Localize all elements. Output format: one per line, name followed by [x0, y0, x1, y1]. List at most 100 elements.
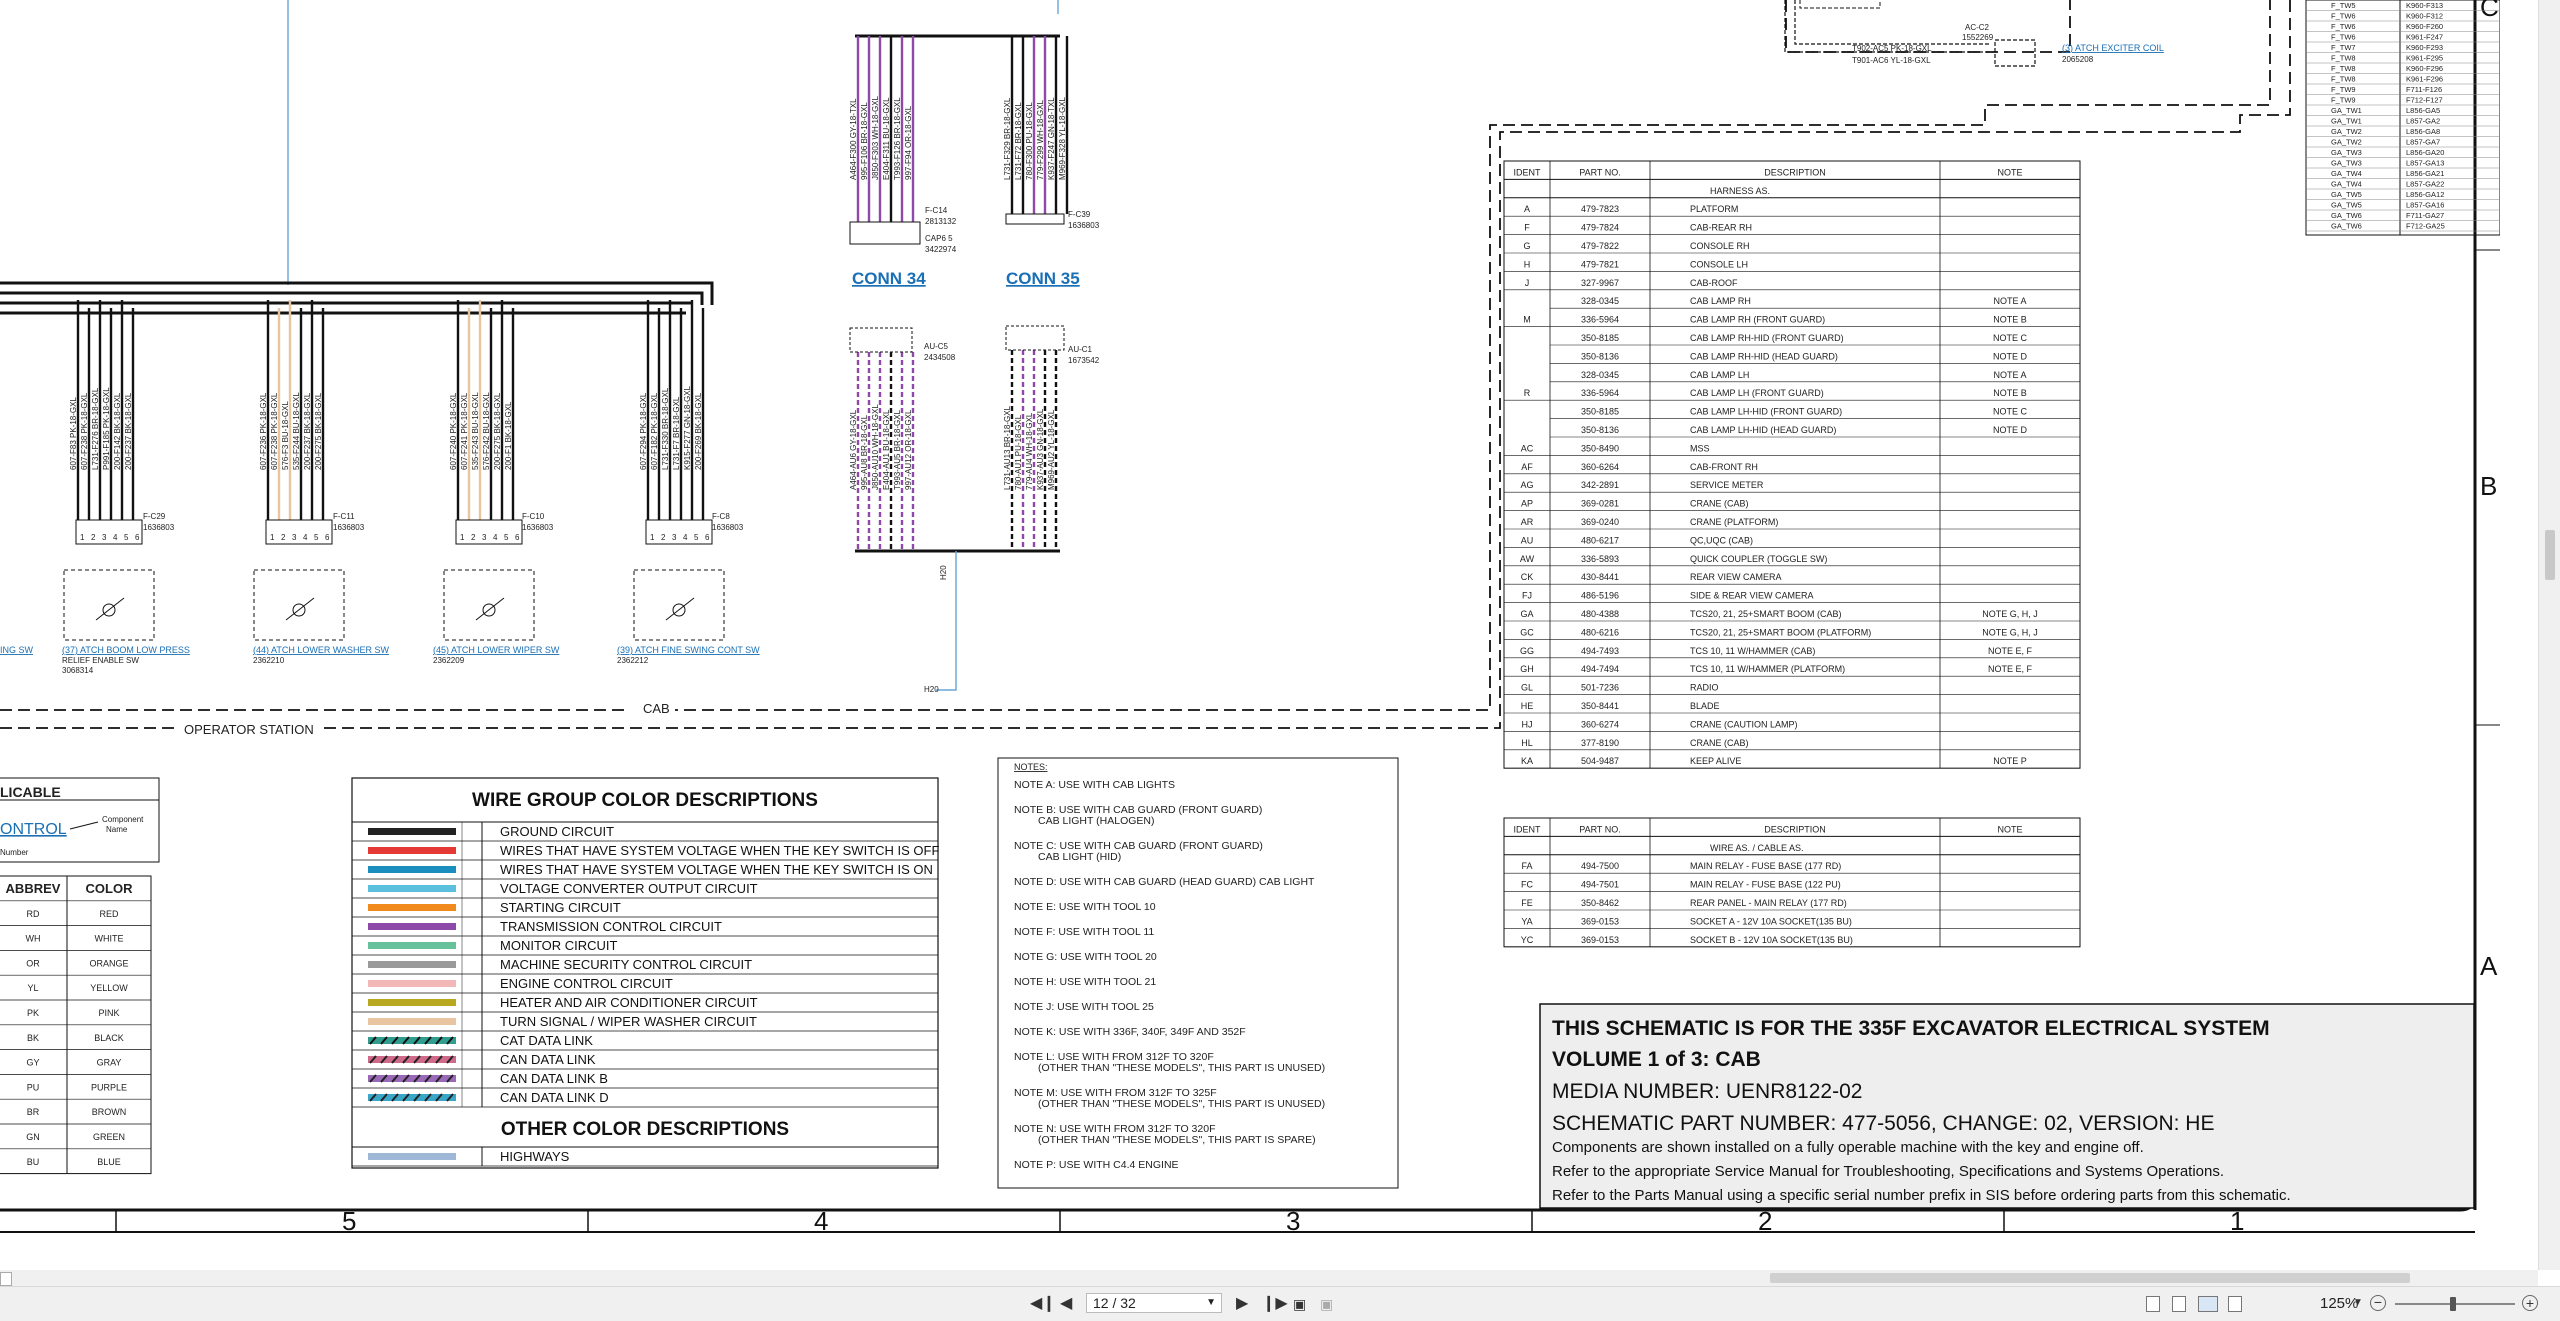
two-page-view-icon[interactable]	[2198, 1296, 2218, 1312]
atch-lower-wiper-link[interactable]: (45) ATCH LOWER WIPER SW	[433, 645, 560, 655]
pin-number: 2	[471, 533, 476, 542]
abbrev-cell: YL	[27, 983, 38, 993]
cell-desc: PLATFORM	[1690, 204, 1738, 214]
first-page-button[interactable]: ◀❙	[1030, 1296, 1056, 1312]
wire-label: 607-F241 PK-18-GXL	[460, 392, 469, 470]
color-swatch	[368, 923, 456, 930]
wire-label: 780-F300 PU-18-GXL	[1025, 102, 1034, 180]
wire-label: L731-F72 BR-18-GXL	[1014, 102, 1023, 180]
page-number-field[interactable]: 12 / 32 ▼	[1086, 1293, 1222, 1313]
wire-label: 995-F106 BR-18-GXL	[860, 102, 869, 180]
other-color-label: HIGHWAYS	[500, 1149, 570, 1164]
vertical-scrollbar[interactable]	[2538, 0, 2560, 1270]
cell-part: 479-7822	[1581, 241, 1619, 251]
fit-page-icon[interactable]: ▣	[1293, 1296, 1306, 1312]
cell-note: NOTE B	[1993, 315, 2027, 325]
cell-desc: CAB-REAR RH	[1690, 223, 1752, 233]
conn35-link[interactable]: CONN 35	[1006, 269, 1080, 288]
cell-part: 377-8190	[1581, 738, 1619, 748]
fc10-label: F-C10	[522, 512, 545, 521]
page-dropdown-icon[interactable]: ▼	[1206, 1294, 1216, 1312]
cell-ident: F	[1524, 223, 1530, 233]
wire-label: 607-F240 PK-18-GXL	[449, 392, 458, 470]
twist-wires: K960-F312	[2406, 12, 2443, 21]
cell-part: 350-8185	[1581, 407, 1619, 417]
conn34-link[interactable]: CONN 34	[852, 269, 926, 288]
zoom-out-button[interactable]: −	[2370, 1295, 2386, 1311]
schematic-drawing: C B A 5 4 3 2 1 CAB OPERATOR STATION 607…	[0, 0, 2501, 1236]
wire-label: 607-F182 PK-18-GXL	[650, 392, 659, 470]
note-line: (OTHER THAN "THESE MODELS", THIS PART IS…	[1038, 1062, 1325, 1074]
atch-fine-swing-link[interactable]: (39) ATCH FINE SWING CONT SW	[617, 645, 760, 655]
twist-wires: K960-F260	[2406, 22, 2443, 31]
abbrev-cell: BK	[27, 1033, 39, 1043]
twist-id: F_TW8	[2331, 54, 2356, 63]
vertical-scroll-thumb[interactable]	[2545, 530, 2555, 580]
cell-note: NOTE G, H, J	[1982, 627, 2038, 637]
color-swatch	[368, 866, 456, 873]
connector-plug	[75, 519, 143, 545]
control-link[interactable]: ONTROL	[0, 821, 67, 838]
wire-label: M969-F328 YL-18-GXL	[1058, 96, 1067, 180]
fc8-label: F-C8	[712, 512, 730, 521]
twist-wires: L857-GA22	[2406, 180, 2444, 189]
cell-desc: MAIN RELAY - FUSE BASE (122 PU)	[1690, 880, 1841, 890]
wire-group-title: WIRE GROUP COLOR DESCRIPTIONS	[472, 790, 818, 811]
cell-part: 494-7501	[1581, 880, 1619, 890]
component-label: Component	[102, 815, 144, 824]
zoom-dropdown-icon[interactable]: ▼	[2353, 1297, 2363, 1308]
atch-lower-washer-link[interactable]: (44) ATCH LOWER WASHER SW	[253, 645, 390, 655]
continuous-view-icon[interactable]	[2172, 1296, 2186, 1312]
applicable-title: LICABLE	[0, 784, 61, 800]
cell-desc: BLADE	[1690, 701, 1720, 711]
cell-desc: CRANE (CAB)	[1690, 738, 1749, 748]
notes-box: NOTES:NOTE A: USE WITH CAB LIGHTSNOTE B:…	[997, 757, 1399, 1189]
single-page-view-icon[interactable]	[2146, 1296, 2160, 1312]
cell-note: NOTE G, H, J	[1982, 609, 2038, 619]
color-abbrev-table: ABBREV COLOR RD RED WH WHITE OR ORANGE YL YELLOW P…	[0, 875, 152, 1175]
title-line7: Refer to the Parts Manual using a specif…	[1552, 1187, 2291, 1204]
cell-desc: CAB LAMP LH-HID (HEAD GUARD)	[1690, 425, 1836, 435]
sw0-label[interactable]: ING SW	[0, 645, 34, 655]
exciter-coil-link[interactable]: (3) ATCH EXCITER COIL	[2062, 43, 2164, 53]
cell-note: NOTE C	[1993, 333, 2028, 343]
horizontal-scrollbar[interactable]	[0, 1270, 2538, 1286]
wire-label: A464-AU6 GY-18-GXL	[849, 409, 858, 490]
cell-note: NOTE A	[1993, 370, 2026, 380]
fc39-pn: 1636803	[1068, 221, 1100, 230]
twist-id: GA_TW3	[2331, 159, 2362, 168]
scroll-left-button[interactable]	[0, 1272, 12, 1286]
wire-label: 200-F275 BK-18-GXL	[493, 392, 502, 470]
next-page-button[interactable]: ▶	[1236, 1296, 1248, 1312]
cell-part: 350-8441	[1581, 701, 1619, 711]
title-line1: THIS SCHEMATIC IS FOR THE 335F EXCAVATOR…	[1552, 1017, 2270, 1040]
zoom-in-button[interactable]: +	[2522, 1295, 2538, 1311]
other-colors-title: OTHER COLOR DESCRIPTIONS	[501, 1119, 789, 1140]
fc11-label: F-C11	[333, 512, 355, 521]
horizontal-scroll-thumb[interactable]	[1770, 1273, 2410, 1283]
wire-bus	[0, 281, 714, 315]
abbrev-cell: PK	[27, 1008, 39, 1018]
zoom-slider-handle[interactable]	[2450, 1297, 2456, 1311]
last-page-button[interactable]: ❙▶	[1262, 1296, 1288, 1312]
color-swatch	[368, 942, 456, 949]
previous-page-button[interactable]: ◀	[1060, 1296, 1072, 1312]
cell-desc: SERVICE METER	[1690, 480, 1764, 490]
twist-id: GA_TW3	[2331, 148, 2362, 157]
cell-ident: AU	[1521, 535, 1534, 545]
cell-ident: A	[1524, 204, 1530, 214]
color-swatch	[368, 828, 456, 835]
pin-number: 1	[460, 533, 465, 542]
book-view-icon[interactable]	[2228, 1296, 2242, 1312]
cell-ident: GL	[1521, 683, 1533, 693]
wire-drops: 607-F83 PK-18-GXL 607-F238 PK-18-GXL L731-…	[69, 300, 705, 520]
cell-part: 504-9487	[1581, 756, 1619, 766]
atch-boom-low-press-link[interactable]: (37) ATCH BOOM LOW PRESS	[62, 645, 190, 655]
pin-number: 6	[135, 533, 140, 542]
fit-width-icon[interactable]: ▣	[1320, 1296, 1333, 1312]
wire-group-label: GROUND CIRCUIT	[500, 824, 614, 839]
cell-ident: GH	[1520, 664, 1534, 674]
table-header: DESCRIPTION	[1764, 824, 1826, 834]
twist-wires: F711-GA27	[2406, 211, 2444, 220]
wire-label: P991-F185 PK-18-GXL	[102, 387, 111, 470]
